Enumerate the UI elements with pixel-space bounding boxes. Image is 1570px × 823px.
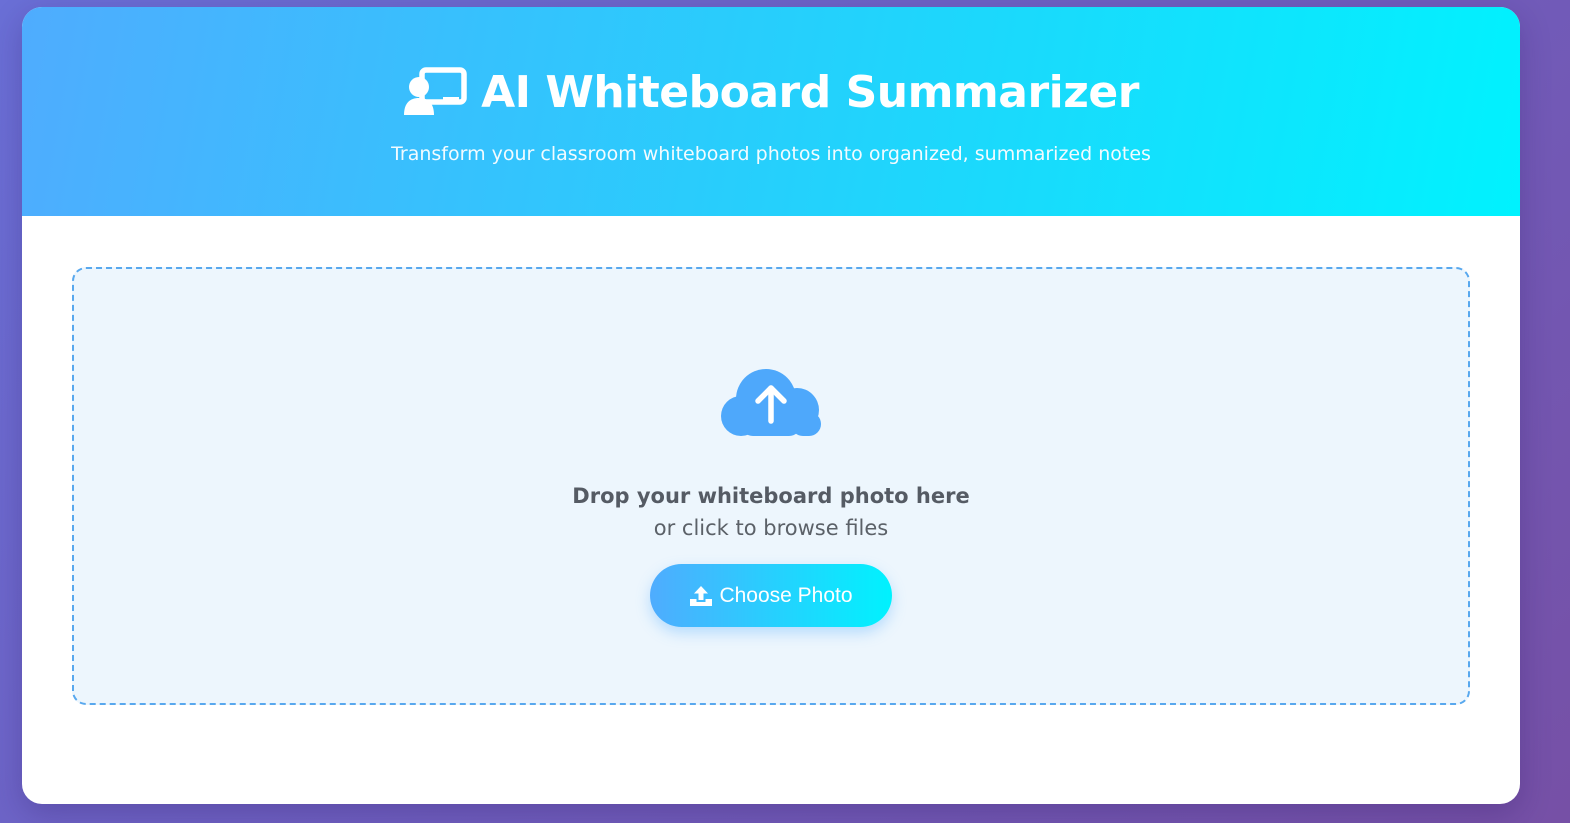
dropzone-subtitle: or click to browse files <box>653 516 889 540</box>
page-title: AI Whiteboard Summarizer <box>481 67 1139 118</box>
choose-photo-label: Choose Photo <box>719 583 853 607</box>
cloud-upload-icon <box>721 366 823 440</box>
upload-icon <box>689 584 713 608</box>
title-row: AI Whiteboard Summarizer <box>22 63 1520 123</box>
upload-dropzone[interactable]: Drop your whiteboard photo here or click… <box>72 267 1470 705</box>
header: AI Whiteboard Summarizer Transform your … <box>22 7 1520 216</box>
page-subtitle: Transform your classroom whiteboard phot… <box>391 143 1151 165</box>
chalkboard-teacher-icon <box>403 67 467 119</box>
choose-photo-button[interactable]: Choose Photo <box>650 564 892 627</box>
main-card: AI Whiteboard Summarizer Transform your … <box>22 7 1520 804</box>
dropzone-title: Drop your whiteboard photo here <box>572 484 970 508</box>
